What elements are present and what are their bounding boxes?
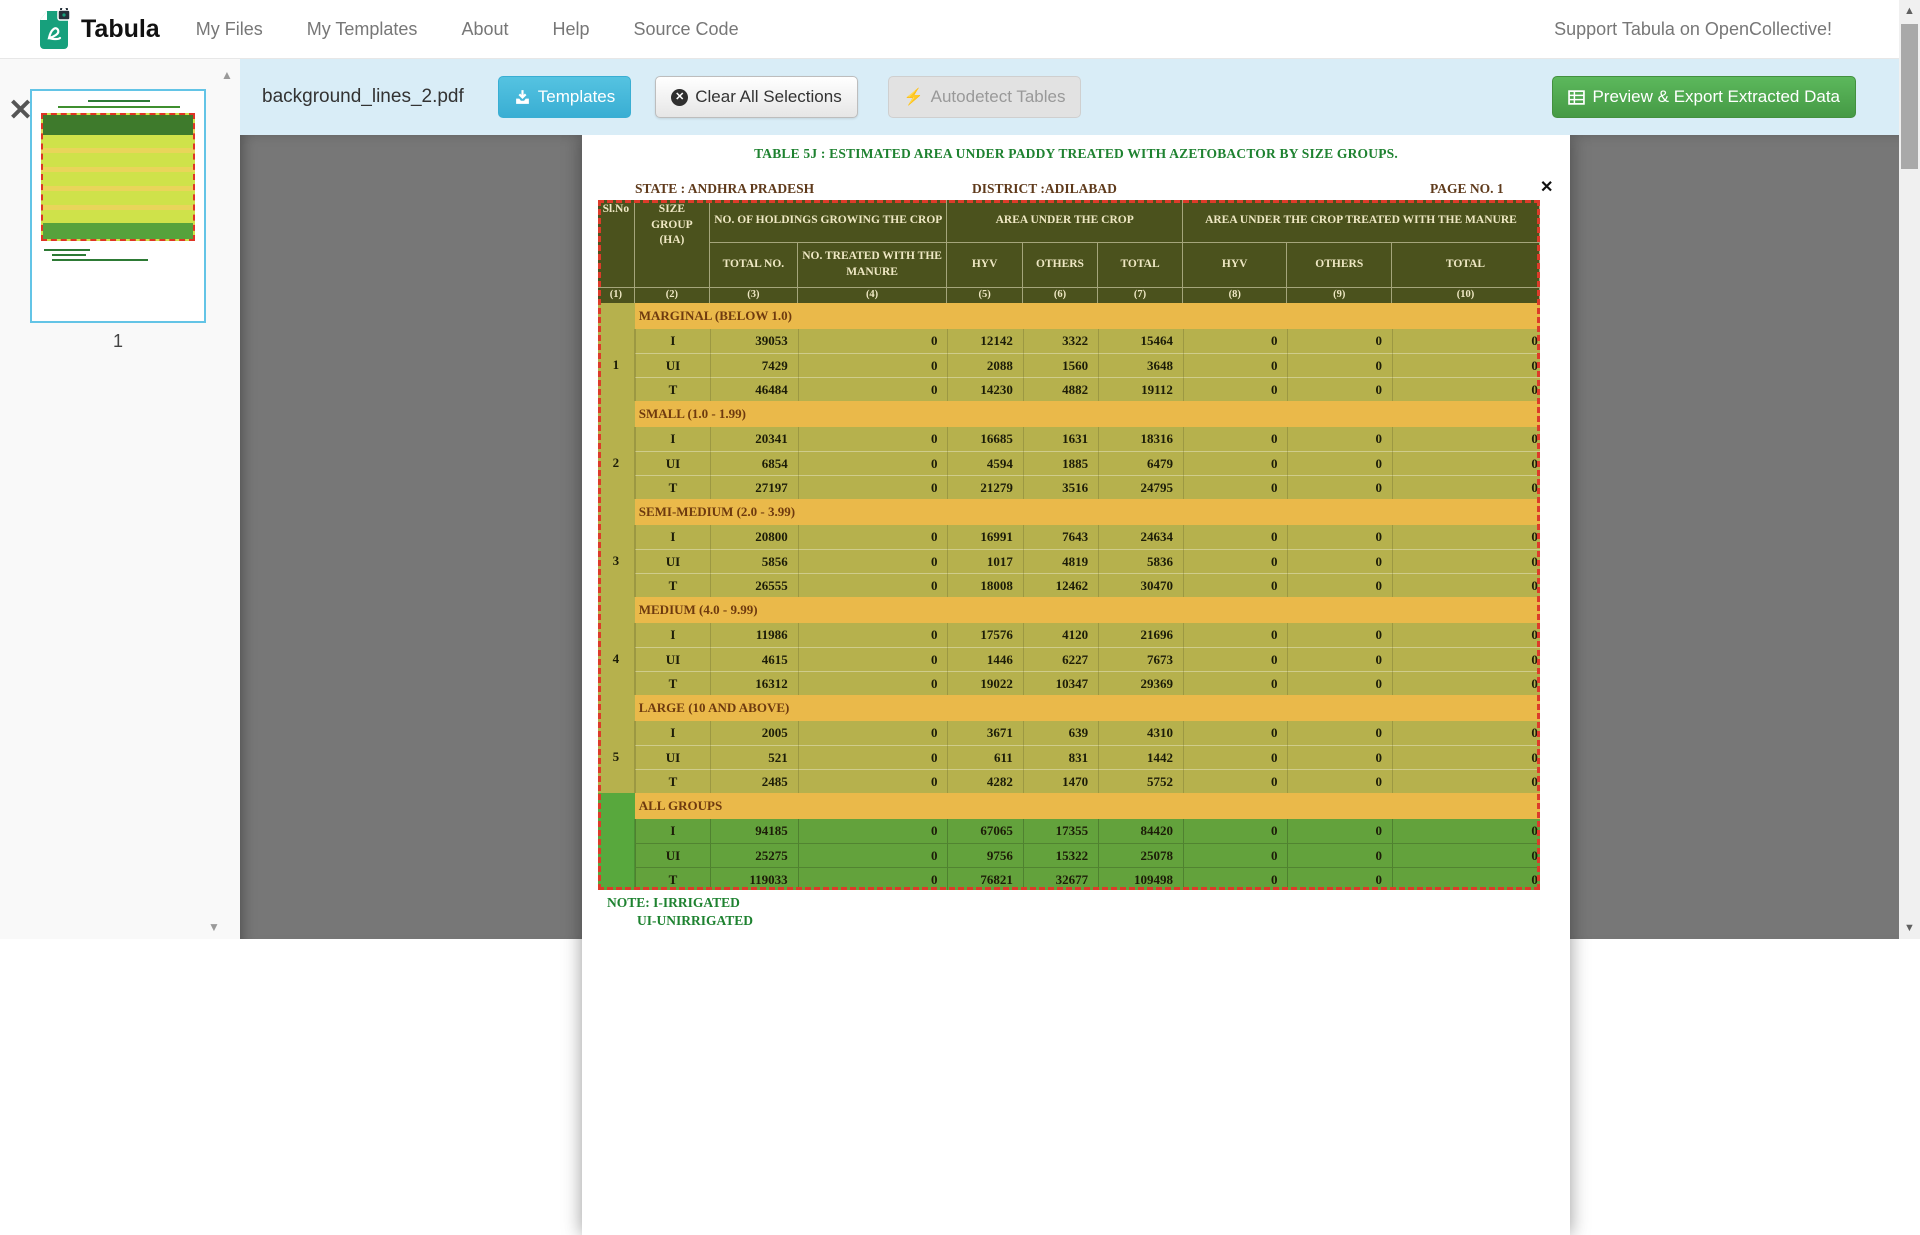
scrollbar-down-icon[interactable]: ▼ [1899, 922, 1920, 934]
autodetect-label: Autodetect Tables [931, 87, 1066, 107]
thumbnail-subtitle-line [58, 106, 180, 108]
support-link[interactable]: Support Tabula on OpenCollective! [1554, 19, 1832, 40]
selection-close-icon[interactable]: ✕ [1540, 177, 1553, 197]
pdf-table-title: TABLE 5J : ESTIMATED AREA UNDER PADDY TR… [582, 146, 1570, 162]
note-line-1: NOTE: I-IRRIGATED [607, 895, 740, 911]
nav-links: My Files My Templates About Help Source … [196, 19, 739, 40]
flash-icon: ⚡ [904, 87, 924, 107]
nav-item-about[interactable]: About [461, 19, 508, 40]
clear-all-selections-button[interactable]: ✕ Clear All Selections [655, 76, 857, 118]
thumbnail-note-line3 [52, 259, 148, 261]
page-thumbnail-sidebar: ✕ 1 ▲ ▼ [0, 59, 240, 939]
thumbnail-page-number: 1 [30, 331, 206, 352]
window-scrollbar[interactable]: ▲ ▼ [1899, 0, 1920, 939]
brand-name[interactable]: Tabula [81, 15, 160, 44]
export-label: Preview & Export Extracted Data [1592, 87, 1840, 107]
thumbnail-note-line1 [44, 249, 90, 251]
autodetect-tables-button[interactable]: ⚡ Autodetect Tables [888, 76, 1082, 118]
save-template-icon [514, 89, 531, 106]
tabula-logo[interactable]: Tabula [36, 8, 160, 50]
scrollbar-thumb[interactable] [1901, 24, 1918, 169]
nav-item-my-files[interactable]: My Files [196, 19, 263, 40]
table-selection-box[interactable] [598, 200, 1540, 890]
templates-button[interactable]: Templates [498, 76, 631, 118]
page-no-label: PAGE NO. 1 [1430, 181, 1504, 197]
pdf-lock-icon [36, 8, 72, 50]
district-label: DISTRICT :ADILABAD [972, 181, 1117, 197]
pdf-filename: background_lines_2.pdf [262, 86, 464, 108]
thumbnail-table-preview [41, 113, 195, 241]
thumbnail-table-footer [43, 223, 193, 239]
scrollbar-up-icon[interactable]: ▲ [1899, 5, 1920, 17]
sidebar-scroll-down-icon[interactable]: ▼ [208, 921, 220, 933]
preview-export-button[interactable]: Preview & Export Extracted Data [1552, 76, 1856, 118]
thumbnail-title-line [88, 100, 150, 102]
thumbnail-note-line2 [52, 254, 86, 256]
remove-circle-icon: ✕ [671, 89, 688, 106]
pdf-page[interactable]: TABLE 5J : ESTIMATED AREA UNDER PADDY TR… [582, 135, 1570, 1235]
table-list-icon [1568, 89, 1585, 106]
pdf-viewer-area[interactable]: TABLE 5J : ESTIMATED AREA UNDER PADDY TR… [240, 135, 1899, 939]
nav-item-help[interactable]: Help [552, 19, 589, 40]
toolbar: background_lines_2.pdf Templates ✕ Clear… [240, 59, 1899, 135]
navbar: Tabula My Files My Templates About Help … [0, 0, 1920, 59]
state-label: STATE : ANDHRA PRADESH [635, 181, 814, 197]
thumbnail-table-header [43, 115, 193, 135]
templates-label: Templates [538, 87, 615, 107]
page-thumbnail[interactable] [30, 89, 206, 323]
clear-label: Clear All Selections [695, 87, 841, 107]
note-line-2: UI-UNIRRIGATED [637, 913, 753, 929]
sidebar-scroll-up-icon[interactable]: ▲ [221, 69, 233, 81]
nav-item-my-templates[interactable]: My Templates [307, 19, 418, 40]
nav-item-source-code[interactable]: Source Code [634, 19, 739, 40]
